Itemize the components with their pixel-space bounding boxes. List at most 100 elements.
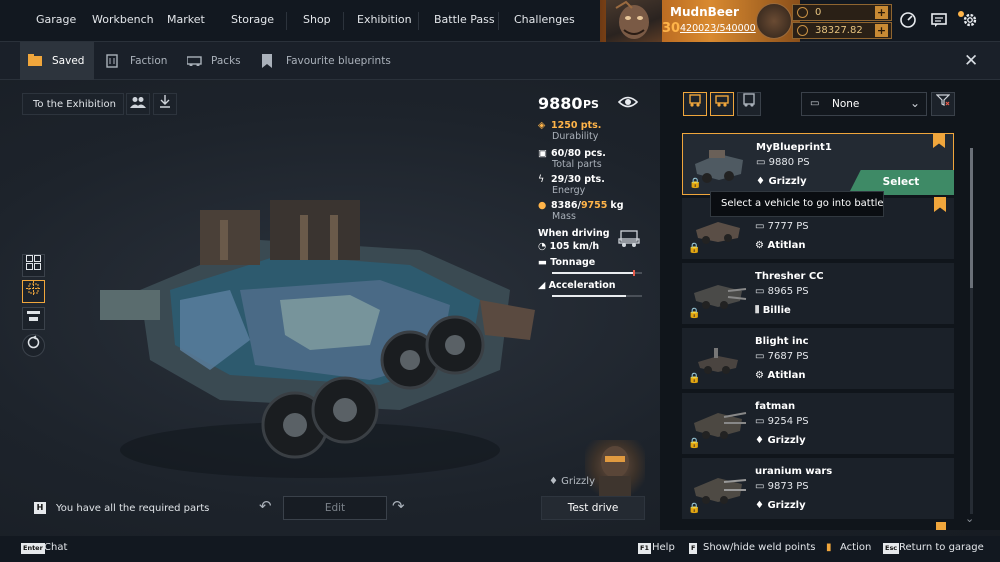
blueprint-faction: ⚙ Atitlan	[755, 370, 806, 381]
required-parts-status: You have all the required parts	[56, 503, 210, 514]
acceleration-bar-fill	[552, 295, 626, 297]
speed-stat: ◔ 105 km/h	[538, 241, 599, 252]
bookmark-icon[interactable]	[933, 133, 945, 148]
download-icon[interactable]	[153, 93, 177, 115]
eye-icon[interactable]	[618, 94, 638, 110]
durability-stat: ◈ 1250 pts. Durability	[538, 120, 601, 142]
tooltip: Select a vehicle to go into battle	[710, 191, 884, 217]
blueprint-ps: ▭ 8965 PS	[755, 286, 809, 297]
blueprint-ps: ▭ 9880 PS	[756, 157, 810, 168]
blueprint-faction: ♦ Grizzly	[755, 500, 806, 511]
chevron-down-icon[interactable]: ⌄	[965, 512, 974, 525]
bookmark-icon[interactable]	[934, 197, 946, 212]
blueprint-ps: ▭ 7777 PS	[755, 221, 809, 232]
tab-saved[interactable]: Saved	[20, 42, 94, 80]
tonnage-limit-marker	[633, 270, 635, 276]
redo-icon[interactable]: ↷	[392, 497, 405, 515]
parts-label: Total parts	[552, 159, 602, 170]
lock-icon: 🔒	[688, 438, 701, 449]
add-coins-button[interactable]: +	[875, 6, 888, 19]
filter-combat-icon[interactable]	[683, 92, 707, 116]
power-score-unit: PS	[583, 98, 599, 111]
nav-workbench[interactable]: Workbench	[92, 13, 154, 26]
speed-value: 105 km/h	[549, 241, 600, 252]
chat-link[interactable]: Chat	[44, 542, 67, 553]
nav-market[interactable]: Market	[167, 13, 205, 26]
blueprint-name: fatman	[755, 401, 796, 412]
tonnage-bar	[552, 270, 642, 276]
faction-filter-select[interactable]: ▭ None ⌄	[801, 92, 927, 116]
messages-icon[interactable]	[929, 11, 949, 31]
bookmark-icon	[262, 54, 278, 68]
faction-icon	[106, 54, 122, 68]
blueprint-card[interactable]: 🔒 fatman ▭ 9254 PS ♦ Grizzly	[682, 393, 954, 455]
player-avatar	[606, 0, 662, 42]
grid-view-icon[interactable]	[22, 254, 45, 277]
performance-gauge-icon[interactable]	[898, 11, 918, 31]
nav-challenges[interactable]: Challenges	[514, 13, 575, 26]
lock-icon: 🔒	[689, 178, 702, 189]
undo-icon[interactable]: ↶	[259, 497, 272, 515]
filter-vehicle-icon[interactable]	[710, 92, 734, 116]
share-users-icon[interactable]	[126, 93, 150, 115]
tab-favourite-blueprints[interactable]: Favourite blueprints	[262, 42, 392, 80]
blueprint-faction: ♦ Grizzly	[756, 176, 807, 187]
help-link[interactable]: Help	[652, 542, 675, 553]
scrollbar-thumb[interactable]	[970, 148, 973, 288]
coin-icon	[797, 7, 808, 18]
weapon-mount-icon[interactable]	[22, 307, 45, 330]
mouse-icon: ▮	[826, 542, 832, 553]
when-driving-label: When driving	[538, 228, 610, 239]
nav-battle-pass[interactable]: Battle Pass	[434, 13, 495, 26]
blueprint-card[interactable]: 🔒 Blight inc ▭ 7687 PS ⚙ Atitlan	[682, 328, 954, 390]
blueprint-card[interactable]: 🔒 Thresher CC ▭ 8965 PS ⫴ Billie	[682, 263, 954, 325]
tab-favourite-label: Favourite blueprints	[286, 55, 391, 67]
energy-stat: ϟ 29/30 pts. Energy	[538, 174, 605, 196]
tab-faction[interactable]: Faction	[106, 42, 181, 80]
close-icon[interactable]: ✕	[964, 51, 978, 71]
lightning-icon: ϟ	[538, 174, 545, 185]
nav-exhibition[interactable]: Exhibition	[357, 13, 412, 26]
acceleration-stat: ◢ Acceleration	[538, 280, 616, 291]
weld-points-toggle[interactable]: Show/hide weld points	[703, 542, 816, 553]
filter-truck-icon[interactable]	[737, 92, 761, 116]
keybind-badge: Esc	[883, 543, 900, 554]
rotate-icon[interactable]	[22, 334, 45, 357]
edit-button[interactable]: Edit	[283, 496, 387, 520]
mass-unit: kg	[610, 200, 624, 211]
nav-garage[interactable]: Garage	[36, 13, 76, 26]
tab-packs[interactable]: Packs	[186, 42, 247, 80]
acceleration-label: Acceleration	[548, 280, 616, 291]
energy-value: 29/30 pts.	[551, 174, 605, 185]
nav-shop[interactable]: Shop	[303, 13, 331, 26]
test-drive-button[interactable]: Test drive	[541, 496, 645, 520]
coins-value: 0	[815, 7, 822, 18]
notification-dot	[958, 11, 964, 17]
nav-divider	[343, 12, 344, 30]
clear-filter-icon[interactable]	[931, 92, 955, 116]
blueprint-name: Thresher CC	[755, 271, 824, 282]
parts-stat: ▣ 60/80 pcs. Total parts	[538, 148, 606, 170]
player-xp: 420023/540000	[680, 23, 756, 34]
action-link[interactable]: Action	[840, 542, 871, 553]
driver-faction: ♦ Grizzly	[549, 476, 595, 487]
credits-balance: 38327.82 +	[792, 22, 892, 39]
to-exhibition-button[interactable]: To the Exhibition	[22, 93, 124, 115]
credits-icon	[797, 25, 808, 36]
mass-max: 9755	[580, 200, 608, 211]
blueprint-ps: ▭ 9254 PS	[755, 416, 809, 427]
blueprint-card[interactable]: 🔒 uranium wars ▭ 9873 PS ♦ Grizzly	[682, 458, 954, 520]
nav-storage[interactable]: Storage	[231, 13, 274, 26]
crosshair-grid-icon[interactable]	[22, 280, 45, 303]
blueprint-faction: ♦ Grizzly	[755, 435, 806, 446]
lock-icon: 🔒	[688, 373, 701, 384]
add-credits-button[interactable]: +	[875, 24, 888, 37]
bookmark-icon	[936, 522, 946, 530]
weight-icon: ●	[538, 200, 547, 211]
vehicle-preview[interactable]	[80, 170, 540, 490]
return-to-garage-link[interactable]: Return to garage	[899, 542, 984, 553]
car-icon: ▭	[810, 98, 820, 109]
keybind-badge: F	[689, 543, 698, 554]
speedometer-icon: ◔	[538, 241, 550, 252]
tab-faction-label: Faction	[130, 55, 168, 67]
